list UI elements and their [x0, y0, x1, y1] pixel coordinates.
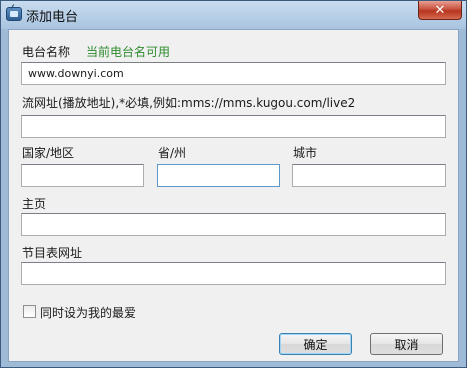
cancel-button[interactable]: 取消: [370, 333, 443, 355]
close-icon: ✕: [434, 2, 446, 18]
add-station-dialog: 添加电台 ✕ 电台名称 当前电台名可用 流网址(播放地址),*必填,例如:mms…: [0, 0, 467, 368]
city-label: 城市: [293, 146, 318, 160]
schedule-url-input[interactable]: [21, 262, 446, 285]
stream-url-input[interactable]: [21, 115, 446, 138]
country-label: 国家/地区: [22, 146, 75, 160]
homepage-input[interactable]: [21, 213, 446, 236]
radio-icon: [6, 7, 22, 21]
station-name-label: 电台名称: [22, 45, 71, 59]
ok-button[interactable]: 确定: [279, 333, 352, 355]
homepage-label: 主页: [22, 197, 47, 211]
stream-url-label: 流网址(播放地址),*必填,例如:mms://mms.kugou.com/liv…: [22, 96, 356, 110]
dialog-body: 电台名称 当前电台名可用 流网址(播放地址),*必填,例如:mms://mms.…: [8, 29, 459, 362]
station-name-input[interactable]: [21, 62, 446, 85]
station-name-status: 当前电台名可用: [86, 45, 171, 59]
province-label: 省/州: [158, 146, 187, 160]
city-input[interactable]: [292, 164, 446, 187]
country-input[interactable]: [21, 164, 144, 187]
window-title: 添加电台: [26, 10, 79, 25]
favorite-checkbox-label[interactable]: 同时设为我的最爱: [40, 304, 136, 321]
title-bar[interactable]: 添加电台 ✕: [1, 1, 466, 29]
province-input[interactable]: [157, 164, 280, 187]
favorite-checkbox[interactable]: [23, 305, 36, 318]
close-button[interactable]: ✕: [418, 1, 462, 20]
schedule-url-label: 节目表网址: [22, 246, 83, 260]
